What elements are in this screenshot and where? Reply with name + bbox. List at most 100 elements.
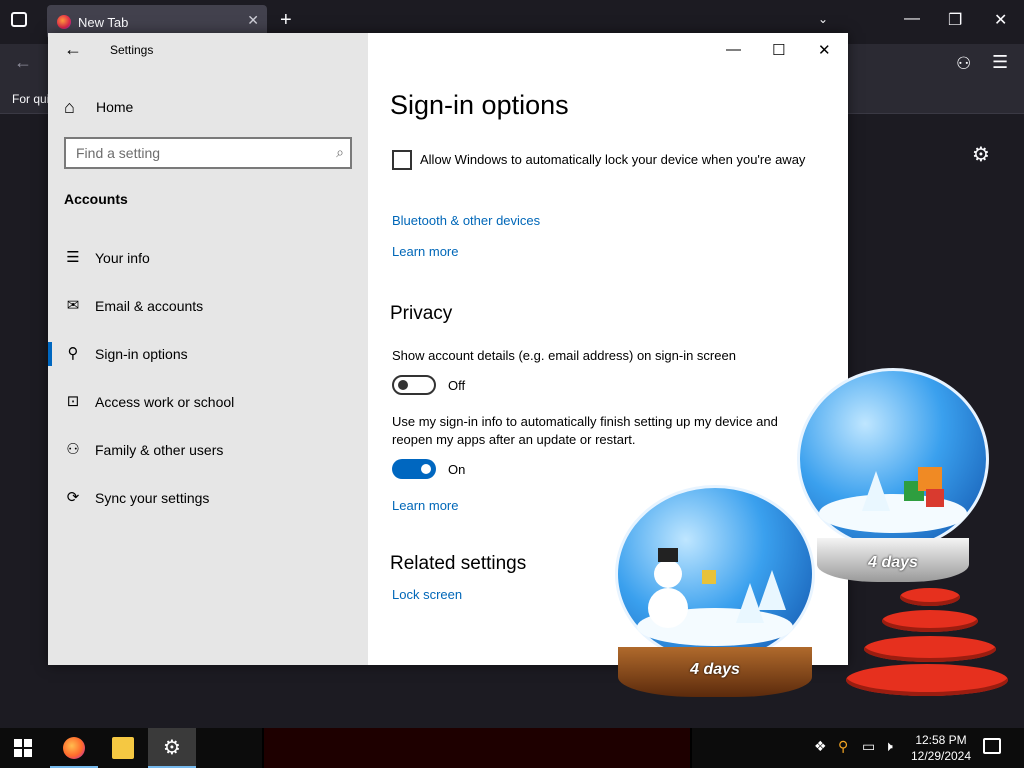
clock[interactable]: 12:58 PM 12/29/2024 (906, 732, 976, 764)
section-title: Accounts (64, 191, 128, 207)
signin-info-description: Use my sign-in info to automatically fin… (392, 414, 778, 447)
network-icon[interactable]: ❖ (814, 738, 827, 755)
home-label: Home (96, 99, 134, 115)
signin-info-toggle[interactable] (392, 459, 436, 479)
signin-info-state: On (448, 462, 466, 477)
volume-muted-icon[interactable]: 🕨 (884, 738, 893, 755)
toggle-knob (398, 380, 408, 390)
sidebar-item-label: Family & other users (95, 442, 224, 458)
add-person-icon: ⚇ (66, 441, 80, 458)
page-title: Sign-in options (390, 90, 569, 120)
search-icon[interactable]: ⚲ (838, 738, 848, 755)
sidebar-item-email-accounts[interactable]: ✉ Email & accounts (48, 288, 368, 324)
globe-glass (615, 485, 815, 663)
bluetooth-devices-link[interactable]: Bluetooth & other devices (392, 213, 540, 228)
sidebar-item-sync-settings[interactable]: ⟳ Sync your settings (48, 480, 368, 516)
taskbar-file-explorer[interactable] (99, 728, 147, 768)
tab-title: New Tab (78, 15, 129, 30)
firefox-tab-icon (57, 15, 71, 29)
learn-more-link[interactable]: Learn more (392, 244, 458, 259)
app-title: Settings (110, 43, 154, 57)
clock-time: 12:58 PM (915, 733, 967, 747)
tree-coil (900, 588, 960, 606)
tree-coil (882, 610, 978, 632)
list-all-tabs-button[interactable]: ⌄ (818, 12, 828, 26)
contact-card-icon: ☰ (66, 249, 80, 266)
close-button[interactable]: ✕ (818, 41, 831, 59)
globe-tree (862, 471, 890, 511)
gift-box (702, 570, 716, 584)
sidebar-item-sign-in-options[interactable]: ⚲ Sign-in options (48, 336, 368, 372)
snow-globe-right[interactable]: 4 days (795, 368, 995, 588)
tree-coil (846, 664, 1008, 696)
new-tab-button[interactable]: + (280, 10, 292, 30)
browser-menu-button[interactable]: ☰ (992, 52, 1008, 73)
active-indicator (48, 342, 52, 366)
sidebar-item-access-work-school[interactable]: ⊡ Access work or school (48, 384, 368, 420)
toggle-knob (421, 464, 431, 474)
start-button[interactable] (14, 739, 32, 757)
taskbar: ⚙ ❖ ⚲ ▭ 🕨 12:58 PM 12/29/2024 (0, 728, 1024, 768)
monitor-icon[interactable]: ▭ (862, 738, 875, 755)
globe-tree (758, 570, 786, 610)
sidebar-item-family-users[interactable]: ⚇ Family & other users (48, 432, 368, 468)
snow-globe-left[interactable]: 4 days (610, 485, 820, 705)
snowman-head (654, 560, 682, 588)
sidebar-item-label: Sign-in options (95, 346, 188, 362)
globe-snow (818, 494, 968, 533)
windows-logo-part (24, 749, 32, 757)
sidebar-item-label: Sync your settings (95, 490, 210, 506)
countdown-label: 4 days (690, 661, 740, 678)
clock-date: 12/29/2024 (910, 749, 972, 763)
dynamic-lock-checkbox[interactable] (392, 150, 412, 170)
account-details-toggle[interactable] (392, 375, 436, 395)
browser-back-button[interactable]: ← (14, 52, 32, 73)
sidebar-item-label: Email & accounts (95, 298, 204, 314)
lock-screen-link[interactable]: Lock screen (392, 587, 462, 602)
taskbar-wallpaper-strip (262, 728, 692, 768)
taskbar-firefox[interactable] (50, 728, 98, 768)
sync-icon: ⟳ (66, 489, 80, 506)
learn-more-privacy-link[interactable]: Learn more (392, 498, 458, 513)
search-placeholder: Find a setting (76, 145, 161, 161)
briefcase-icon: ⊡ (66, 393, 80, 410)
gift-box (918, 467, 942, 491)
browser-restore-button[interactable]: ❐ (948, 10, 962, 30)
bookmarks-bar-text: For qui (12, 92, 50, 106)
account-details-state: Off (448, 378, 466, 393)
privacy-heading: Privacy (390, 303, 453, 324)
minimize-button[interactable]: — (726, 41, 741, 58)
account-details-description: Show account details (e.g. email address… (392, 348, 736, 363)
browser-close-button[interactable]: ✕ (994, 10, 1007, 30)
browser-minimize-button[interactable]: — (904, 10, 920, 28)
related-settings-heading: Related settings (390, 553, 527, 574)
maximize-button[interactable]: ☐ (772, 41, 785, 59)
taskbar-settings[interactable]: ⚙ (148, 728, 196, 768)
gift-box (926, 489, 944, 507)
christmas-tree-decoration (840, 560, 1020, 720)
home-icon: ⌂ (64, 97, 75, 117)
sidebar-item-label: Your info (95, 250, 150, 266)
home-nav-item[interactable]: ⌂ Home (64, 97, 344, 117)
back-button[interactable]: ← (64, 39, 82, 60)
sidebar-item-label: Access work or school (95, 394, 235, 410)
windows-logo-part (14, 749, 22, 757)
search-input[interactable]: Find a setting ⌕ (64, 137, 352, 169)
tab-close-icon[interactable]: ✕ (247, 12, 259, 29)
windows-logo-part (14, 739, 22, 747)
notification-center-icon[interactable] (983, 738, 1001, 754)
search-icon[interactable]: ⌕ (336, 144, 344, 161)
new-tab-settings-gear-icon[interactable]: ⚙ (972, 142, 990, 167)
dynamic-lock-label: Allow Windows to automatically lock your… (420, 152, 806, 167)
extensions-button[interactable]: ⚇ (956, 54, 971, 74)
key-icon: ⚲ (67, 345, 79, 362)
tree-coil (864, 636, 996, 662)
mail-icon: ✉ (66, 297, 80, 314)
firefox-icon (63, 737, 85, 759)
file-explorer-icon (112, 737, 134, 759)
windows-logo-part (24, 739, 32, 747)
sidebar-item-your-info[interactable]: ☰ Your info (48, 240, 368, 276)
settings-icon: ⚙ (163, 737, 181, 759)
tab-overview-icon[interactable] (11, 12, 27, 27)
snowman-hat (658, 548, 678, 562)
